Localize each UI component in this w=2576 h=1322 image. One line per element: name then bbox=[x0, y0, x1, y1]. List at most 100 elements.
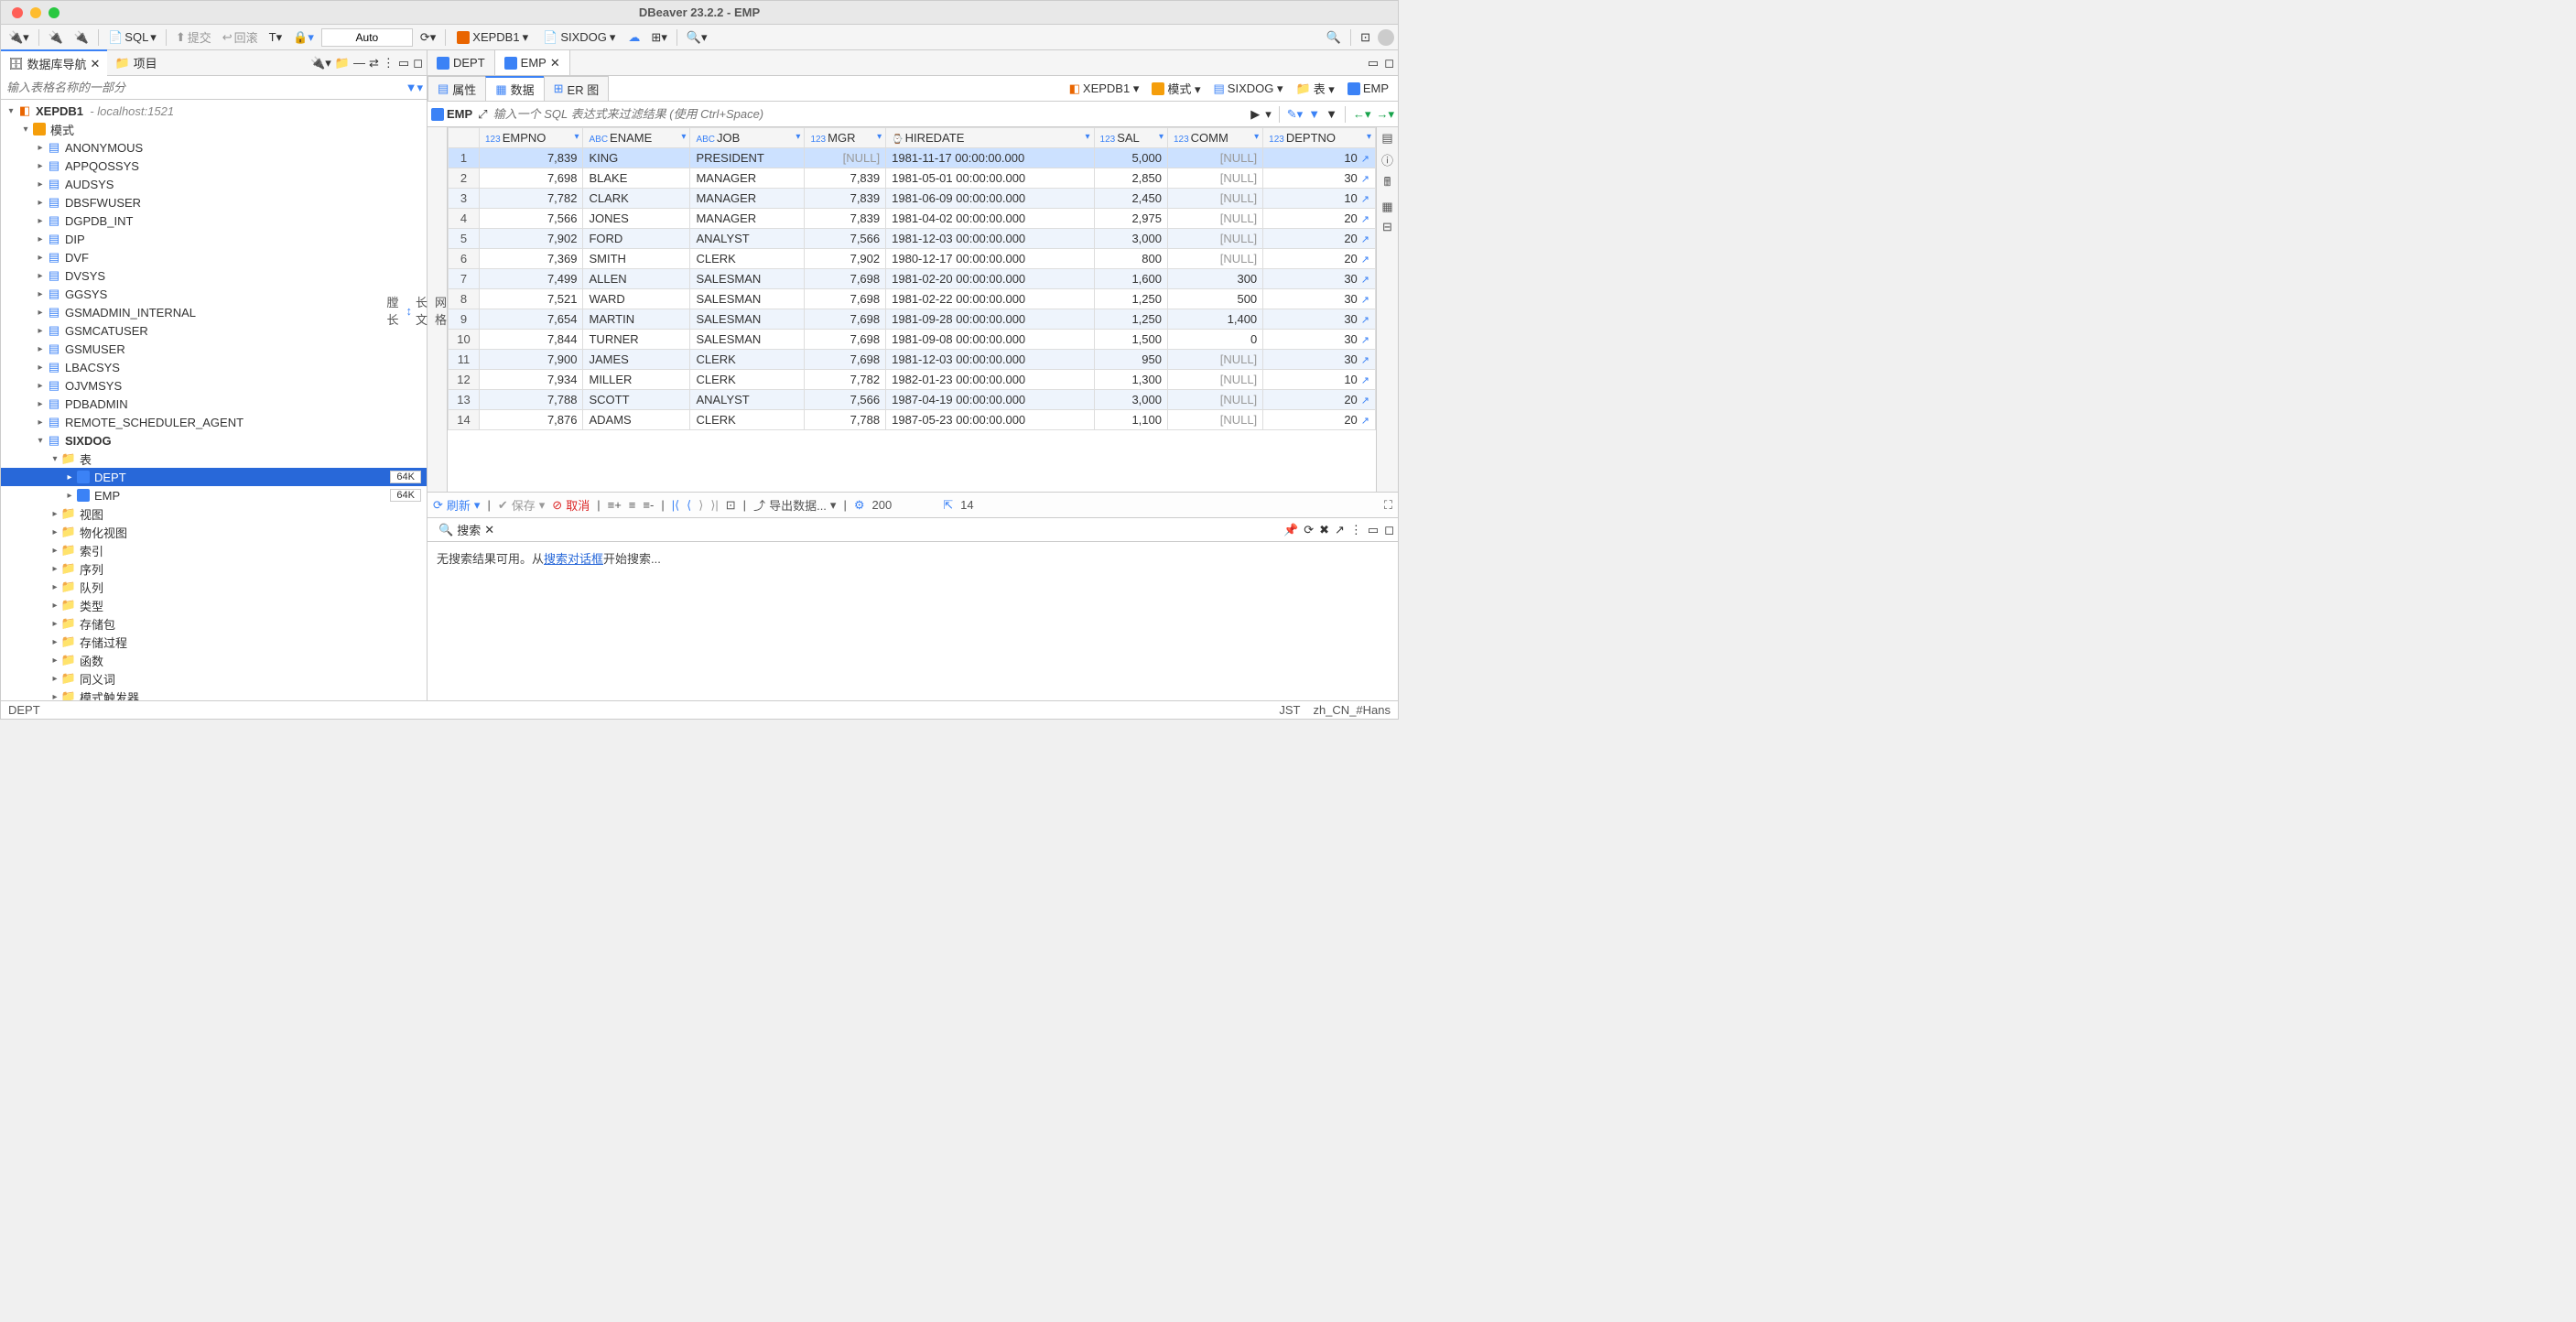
expand-icon[interactable]: ⤢ bbox=[478, 107, 487, 122]
tree-folder[interactable]: ▸📁视图 bbox=[1, 504, 427, 523]
search-tab[interactable]: 🔍 搜索 ✕ bbox=[431, 519, 502, 540]
tree-schema-lbacsys[interactable]: ▸▤LBACSYS bbox=[1, 358, 427, 376]
tree-folder[interactable]: ▸📁同义词 bbox=[1, 669, 427, 688]
tree-folder[interactable]: ▸📁存储过程 bbox=[1, 633, 427, 651]
fetch-icon[interactable]: ⊡ bbox=[726, 498, 736, 513]
editor-max-icon[interactable]: ◻ bbox=[1384, 56, 1394, 70]
user-avatar-icon[interactable] bbox=[1378, 29, 1394, 46]
column-header-job[interactable]: ABCJOB▾ bbox=[690, 128, 805, 148]
column-header-sal[interactable]: 123SAL▾ bbox=[1094, 128, 1167, 148]
tree-schema-anonymous[interactable]: ▸▤ANONYMOUS bbox=[1, 138, 427, 157]
sub-tab-2[interactable]: ⊞ER 图 bbox=[544, 76, 610, 101]
new-connection-button[interactable]: 🔌▾ bbox=[5, 28, 33, 47]
gutter-grid-label[interactable]: 网格 bbox=[435, 293, 447, 328]
fk-link-icon[interactable]: ↗ bbox=[1361, 335, 1369, 346]
nav-max-icon[interactable]: ◻ bbox=[413, 56, 423, 70]
tree-folder[interactable]: ▸📁类型 bbox=[1, 596, 427, 614]
run-icon[interactable]: ▶ bbox=[1250, 107, 1260, 122]
tree-schema-dvf[interactable]: ▸▤DVF bbox=[1, 248, 427, 266]
info-icon[interactable]: ⓘ bbox=[1381, 151, 1393, 168]
table-row[interactable]: 87,521WARDSALESMAN7,6981981-02-22 00:00:… bbox=[449, 289, 1376, 309]
sp-pin-icon[interactable]: 📌 bbox=[1283, 523, 1298, 537]
fk-link-icon[interactable]: ↗ bbox=[1361, 154, 1369, 165]
next-page-icon[interactable]: ⟩ bbox=[698, 498, 703, 513]
nav-new-icon[interactable]: 🔌▾ bbox=[310, 56, 331, 70]
table-row[interactable]: 107,844TURNERSALESMAN7,6981981-09-08 00:… bbox=[449, 330, 1376, 350]
tree-folder[interactable]: ▸📁队列 bbox=[1, 578, 427, 596]
find-button[interactable]: 🔍 bbox=[1323, 28, 1345, 47]
column-header-mgr[interactable]: 123MGR▾ bbox=[805, 128, 886, 148]
fk-link-icon[interactable]: ↗ bbox=[1361, 275, 1369, 286]
cancel-button[interactable]: ⊘取消 bbox=[552, 496, 590, 514]
fk-link-icon[interactable]: ↗ bbox=[1361, 355, 1369, 366]
data-grid[interactable]: 123EMPNO▾ABCENAME▾ABCJOB▾123MGR▾⌚HIREDAT… bbox=[448, 127, 1376, 430]
editor-min-icon[interactable]: ▭ bbox=[1368, 56, 1379, 70]
sub-tab-1[interactable]: ▦数据 bbox=[485, 76, 544, 101]
tree-schema-audsys[interactable]: ▸▤AUDSYS bbox=[1, 175, 427, 193]
tree-schema-gsmcatuser[interactable]: ▸▤GSMCATUSER bbox=[1, 321, 427, 340]
fk-link-icon[interactable]: ↗ bbox=[1361, 234, 1369, 245]
last-page-icon[interactable]: ⟩| bbox=[710, 498, 718, 513]
tree-schema-ggsys[interactable]: ▸▤GGSYS bbox=[1, 285, 427, 303]
breadcrumb-1[interactable]: 模式 ▾ bbox=[1148, 79, 1204, 98]
tab-project[interactable]: 📁 项目 bbox=[107, 50, 164, 75]
table-row[interactable]: 137,788SCOTTANALYST7,5661987-04-19 00:00… bbox=[449, 390, 1376, 410]
nav-menu-icon[interactable]: ⋮ bbox=[383, 56, 395, 70]
nav-link-icon[interactable]: ⇄ bbox=[369, 56, 379, 70]
sp-history-icon[interactable]: ⟳ bbox=[1304, 523, 1314, 537]
column-header-comm[interactable]: 123COMM▾ bbox=[1167, 128, 1262, 148]
disconnect-button[interactable]: 🔌 bbox=[70, 28, 92, 47]
del-row-icon[interactable]: ≡- bbox=[643, 498, 654, 512]
tree-folder[interactable]: ▸📁存储包 bbox=[1, 614, 427, 633]
table-row[interactable]: 57,902FORDANALYST7,5661981-12-03 00:00:0… bbox=[449, 229, 1376, 249]
tree-schema-ojvmsys[interactable]: ▸▤OJVMSYS bbox=[1, 376, 427, 395]
column-header-hiredate[interactable]: ⌚HIREDATE▾ bbox=[886, 128, 1094, 148]
tree-connection[interactable]: ▾◧XEPDB1 - localhost:1521 bbox=[1, 102, 427, 120]
table-row[interactable]: 127,934MILLERCLERK7,7821982-01-23 00:00:… bbox=[449, 370, 1376, 390]
fk-link-icon[interactable]: ↗ bbox=[1361, 375, 1369, 386]
breadcrumb-4[interactable]: EMP bbox=[1344, 81, 1392, 96]
cloud-button[interactable]: ☁ bbox=[624, 28, 644, 47]
fk-link-icon[interactable]: ↗ bbox=[1361, 194, 1369, 205]
panels-icon[interactable]: ▤ bbox=[1381, 131, 1392, 146]
column-header-empno[interactable]: 123EMPNO▾ bbox=[480, 128, 583, 148]
navigator-filter-input[interactable] bbox=[1, 81, 402, 94]
sp-open-icon[interactable]: ↗ bbox=[1335, 523, 1345, 537]
tab-database-navigator[interactable]: 🗄 数据库导航 ✕ bbox=[1, 49, 107, 76]
calc-icon[interactable]: 🖩 bbox=[1384, 174, 1391, 194]
tree-folder[interactable]: ▸📁物化视图 bbox=[1, 523, 427, 541]
column-header-deptno[interactable]: 123DEPTNO▾ bbox=[1263, 128, 1376, 148]
prev-page-icon[interactable]: ⟨ bbox=[687, 498, 691, 513]
tree-folder[interactable]: ▸📁模式触发器 bbox=[1, 688, 427, 700]
export-button[interactable]: ⤴导出数据... ▾ bbox=[753, 496, 836, 514]
tree-schema-sixdog[interactable]: ▾▤SIXDOG bbox=[1, 431, 427, 450]
maximize-grid-icon[interactable]: ⛶ bbox=[1384, 498, 1392, 513]
table-row[interactable]: 47,566JONESMANAGER7,8391981-04-02 00:00:… bbox=[449, 209, 1376, 229]
fk-link-icon[interactable]: ↗ bbox=[1361, 214, 1369, 225]
fk-link-icon[interactable]: ↗ bbox=[1361, 174, 1369, 185]
nav-folder-icon[interactable]: 📁 bbox=[335, 56, 350, 70]
breadcrumb-2[interactable]: ▤ SIXDOG ▾ bbox=[1210, 81, 1287, 97]
search-dialog-link[interactable]: 搜索对话框 bbox=[544, 552, 603, 566]
table-row[interactable]: 117,900JAMESCLERK7,6981981-12-03 00:00:0… bbox=[449, 350, 1376, 370]
lock-button[interactable]: 🔒▾ bbox=[289, 28, 318, 47]
close-icon[interactable]: ✕ bbox=[550, 56, 560, 70]
fk-link-icon[interactable]: ↗ bbox=[1361, 295, 1369, 306]
maximize-window-icon[interactable] bbox=[49, 7, 60, 18]
brush-icon[interactable]: ✎▾ bbox=[1287, 107, 1303, 122]
funnel1-icon[interactable]: ▼ bbox=[1308, 107, 1320, 121]
tree-schema-remote_scheduler_agent[interactable]: ▸▤REMOTE_SCHEDULER_AGENT bbox=[1, 413, 427, 431]
commit-button[interactable]: ⬆提交 bbox=[172, 27, 215, 48]
sp-max-icon[interactable]: ◻ bbox=[1384, 523, 1394, 537]
nav-min-icon[interactable]: ▭ bbox=[398, 56, 409, 70]
table-row[interactable]: 77,499ALLENSALESMAN7,6981981-02-20 00:00… bbox=[449, 269, 1376, 289]
close-window-icon[interactable] bbox=[12, 7, 23, 18]
connect-button[interactable]: 🔌 bbox=[45, 28, 67, 47]
tree-table-dept[interactable]: ▸DEPT64K bbox=[1, 468, 427, 486]
breadcrumb-3[interactable]: 📁 表 ▾ bbox=[1293, 79, 1338, 98]
history-button[interactable]: ⟳▾ bbox=[417, 28, 439, 47]
first-page-icon[interactable]: |⟨ bbox=[672, 498, 679, 513]
table-row[interactable]: 37,782CLARKMANAGER7,8391981-06-09 00:00:… bbox=[449, 189, 1376, 209]
nav-collapse-icon[interactable]: — bbox=[353, 56, 365, 70]
prev-icon[interactable]: ←▾ bbox=[1353, 107, 1371, 122]
